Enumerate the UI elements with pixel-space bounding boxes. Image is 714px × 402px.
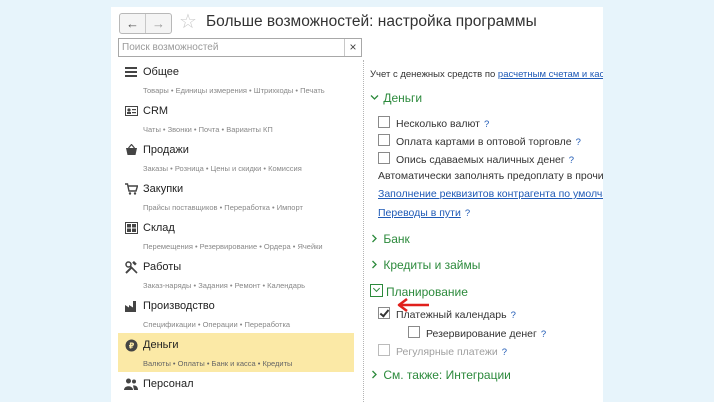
help-icon[interactable]: ? [541,329,546,340]
people-icon [124,377,138,391]
basket-icon [124,143,138,157]
category-personnel[interactable]: Персонал [118,372,354,402]
search-box: × [118,38,362,57]
help-icon[interactable]: ? [511,310,516,321]
cart-icon [124,182,138,196]
intro-line: Учет с денежных средств по расчетным сче… [370,69,603,80]
category-works[interactable]: Работы Заказ-наряды • Задания • Ремонт •… [118,255,354,294]
category-subitems: Спецификации • Операции • Переработка [143,320,291,329]
accounts-link[interactable]: расчетным счетам и кассам [498,69,603,80]
category-list: Общее Товары • Единицы измерения • Штрих… [118,60,354,402]
category-production[interactable]: Производство Спецификации • Операции • П… [118,294,354,333]
help-icon[interactable]: ? [502,347,507,358]
category-subitems: Перемещения • Резервирование • Ордера • … [143,242,323,251]
category-scrollbar[interactable] [354,60,360,402]
help-icon[interactable]: ? [465,208,470,219]
category-money[interactable]: ₽ Деньги Валюты • Оплаты • Банк и касса … [118,333,354,372]
option-money-reservation: Резервирование денег? [408,326,546,340]
section-see-also[interactable]: См. также: Интеграции [370,368,511,382]
option-label: Несколько валют [396,118,480,130]
cash-inventory-checkbox[interactable] [378,152,390,164]
ruble-coin-icon: ₽ [124,338,138,352]
search-input[interactable] [119,39,344,56]
category-label: Производство [143,300,215,312]
auto-fill-prepayment: Автоматически заполнять предоплату в про… [378,170,603,182]
section-credits[interactable]: Кредиты и займы [370,258,480,272]
category-subitems: Чаты • Звонки • Почта • Варианты КП [143,125,273,134]
counterparty-defaults-link[interactable]: Заполнение реквизитов контрагента по умо… [378,188,603,200]
section-label: Кредиты и займы [383,258,481,272]
title-bar: ← → ☆ Больше возможностей: настройка про… [111,7,603,39]
category-subitems: Валюты • Оплаты • Банк и касса • Кредиты [143,359,293,368]
chevron-right-icon [370,368,380,382]
category-subitems: Товары • Единицы измерения • Штрихкоды •… [143,86,325,95]
option-multi-currency: Несколько валют? [378,116,489,130]
category-warehouse[interactable]: Склад Перемещения • Резервирование • Орд… [118,216,354,255]
back-button[interactable]: ← [120,14,145,33]
category-crm[interactable]: CRM Чаты • Звонки • Почта • Варианты КП [118,99,354,138]
favorite-star-icon[interactable]: ☆ [179,10,197,34]
transfers-link[interactable]: Переводы в пути [378,207,461,219]
option-label: Резервирование денег [426,328,537,340]
category-label: Работы [143,261,182,273]
nav-buttons: ← → [119,13,172,34]
option-cash-inventory: Опись сдаваемых наличных денег? [378,152,574,166]
tools-icon [124,260,138,274]
forward-button[interactable]: → [145,14,171,33]
option-label: Регулярные платежи [396,346,498,358]
chevron-right-icon [370,232,380,246]
collapse-box-icon [370,284,383,297]
category-sales[interactable]: Продажи Заказы • Розница • Цены и скидки… [118,138,354,177]
category-purchases[interactable]: Закупки Прайсы поставщиков • Переработка… [118,177,354,216]
section-label: См. также: Интеграции [383,368,511,382]
section-label: Планирование [386,285,468,299]
settings-panel: Учет с денежных средств по расчетным сче… [370,60,603,402]
section-label: Деньги [383,91,423,105]
option-label: Опись сдаваемых наличных денег [396,154,565,166]
arrow-left-icon: ← [126,16,139,31]
section-planning[interactable]: Планирование [370,284,468,299]
intro-text: Учет с денежных средств по [370,69,498,80]
transfers-row: Переводы в пути? [378,207,470,219]
option-card-payments: Оплата картами в оптовой торговле? [378,134,581,148]
clear-search-button[interactable]: × [344,39,361,56]
help-icon[interactable]: ? [576,137,581,148]
section-label: Банк [383,232,410,246]
category-label: CRM [143,105,169,117]
arrow-right-icon: → [152,16,165,31]
window-title: Больше возможностей: настройка программы [206,13,537,30]
contact-card-icon [124,104,138,118]
multi-currency-checkbox[interactable] [378,116,390,128]
card-payments-checkbox[interactable] [378,134,390,146]
category-subitems: Заказ-наряды • Задания • Ремонт • Календ… [143,281,306,290]
option-regular-payments: Регулярные платежи? [378,344,507,358]
category-label: Деньги [143,339,179,351]
money-reservation-checkbox[interactable] [408,326,420,338]
factory-icon [124,299,138,313]
section-money[interactable]: Деньги [370,91,422,105]
settings-window: ← → ☆ Больше возможностей: настройка про… [111,7,603,402]
list-icon [124,65,138,79]
panel-divider [363,60,364,402]
chevron-right-icon [370,258,380,272]
category-label: Персонал [143,378,194,390]
category-label: Продажи [143,144,189,156]
red-arrow-annotation-icon [397,298,429,312]
category-subitems: Заказы • Розница • Цены и скидки • Комис… [143,164,302,173]
category-label: Склад [143,222,175,234]
svg-text:₽: ₽ [128,341,134,350]
warehouse-icon [124,221,138,235]
option-label: Оплата картами в оптовой торговле [396,136,572,148]
category-general[interactable]: Общее Товары • Единицы измерения • Штрих… [118,60,354,99]
chevron-down-icon [370,91,380,105]
section-bank[interactable]: Банк [370,232,410,246]
category-subitems: Прайсы поставщиков • Переработка • Импор… [143,203,303,212]
category-label: Закупки [143,183,184,195]
category-label: Общее [143,66,180,78]
payment-calendar-checkbox[interactable] [378,307,390,319]
help-icon[interactable]: ? [484,119,489,130]
regular-payments-checkbox[interactable] [378,344,390,356]
help-icon[interactable]: ? [569,155,574,166]
